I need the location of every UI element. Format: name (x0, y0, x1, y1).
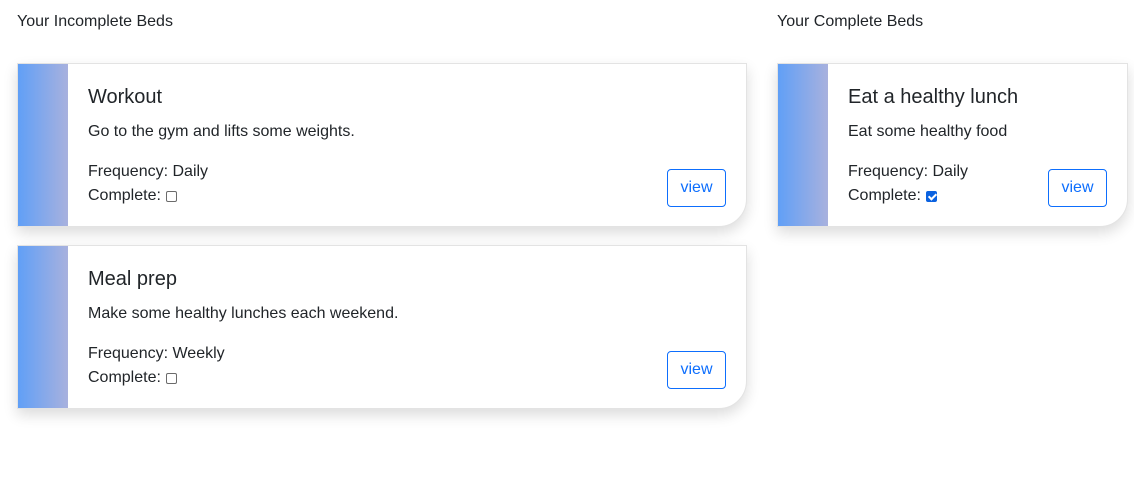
bed-card-meal-prep: Meal prep Make some healthy lunches each… (17, 245, 747, 409)
bed-frequency: Frequency: Weekly (88, 345, 225, 362)
bed-title: Meal prep (88, 268, 177, 290)
bed-description: Eat some healthy food (848, 123, 1008, 140)
view-button[interactable]: view (1048, 169, 1107, 207)
view-button[interactable]: view (667, 351, 726, 389)
bed-title: Workout (88, 86, 163, 108)
card-body: Meal prep Make some healthy lunches each… (88, 246, 726, 408)
bed-description: Go to the gym and lifts some weights. (88, 123, 355, 140)
complete-label: Complete: (88, 187, 161, 204)
card-accent-stripe (778, 64, 828, 226)
complete-label: Complete: (848, 187, 921, 204)
card-body: Eat a healthy lunch Eat some healthy foo… (848, 64, 1107, 226)
complete-beds-heading: Your Complete Beds (777, 13, 924, 30)
bed-complete-row: Complete: (848, 186, 937, 206)
card-body: Workout Go to the gym and lifts some wei… (88, 64, 726, 226)
incomplete-beds-heading: Your Incomplete Beds (17, 13, 173, 30)
bed-card-eat-healthy-lunch: Eat a healthy lunch Eat some healthy foo… (777, 63, 1128, 227)
bed-card-workout: Workout Go to the gym and lifts some wei… (17, 63, 747, 227)
bed-complete-row: Complete: (88, 368, 177, 388)
complete-checkbox[interactable] (925, 190, 937, 202)
incomplete-beds-column: Your Incomplete Beds Workout Go to the g… (17, 0, 747, 409)
view-button[interactable]: view (667, 169, 726, 207)
bed-frequency: Frequency: Daily (88, 163, 209, 180)
card-accent-stripe (18, 64, 68, 226)
bed-complete-row: Complete: (88, 186, 177, 206)
complete-beds-column: Your Complete Beds Eat a healthy lunch E… (777, 0, 1128, 227)
complete-checkbox[interactable] (165, 190, 177, 202)
bed-title: Eat a healthy lunch (848, 86, 1019, 108)
complete-checkbox[interactable] (165, 372, 177, 384)
bed-frequency: Frequency: Daily (848, 163, 969, 180)
card-accent-stripe (18, 246, 68, 408)
bed-description: Make some healthy lunches each weekend. (88, 305, 399, 322)
complete-label: Complete: (88, 369, 161, 386)
